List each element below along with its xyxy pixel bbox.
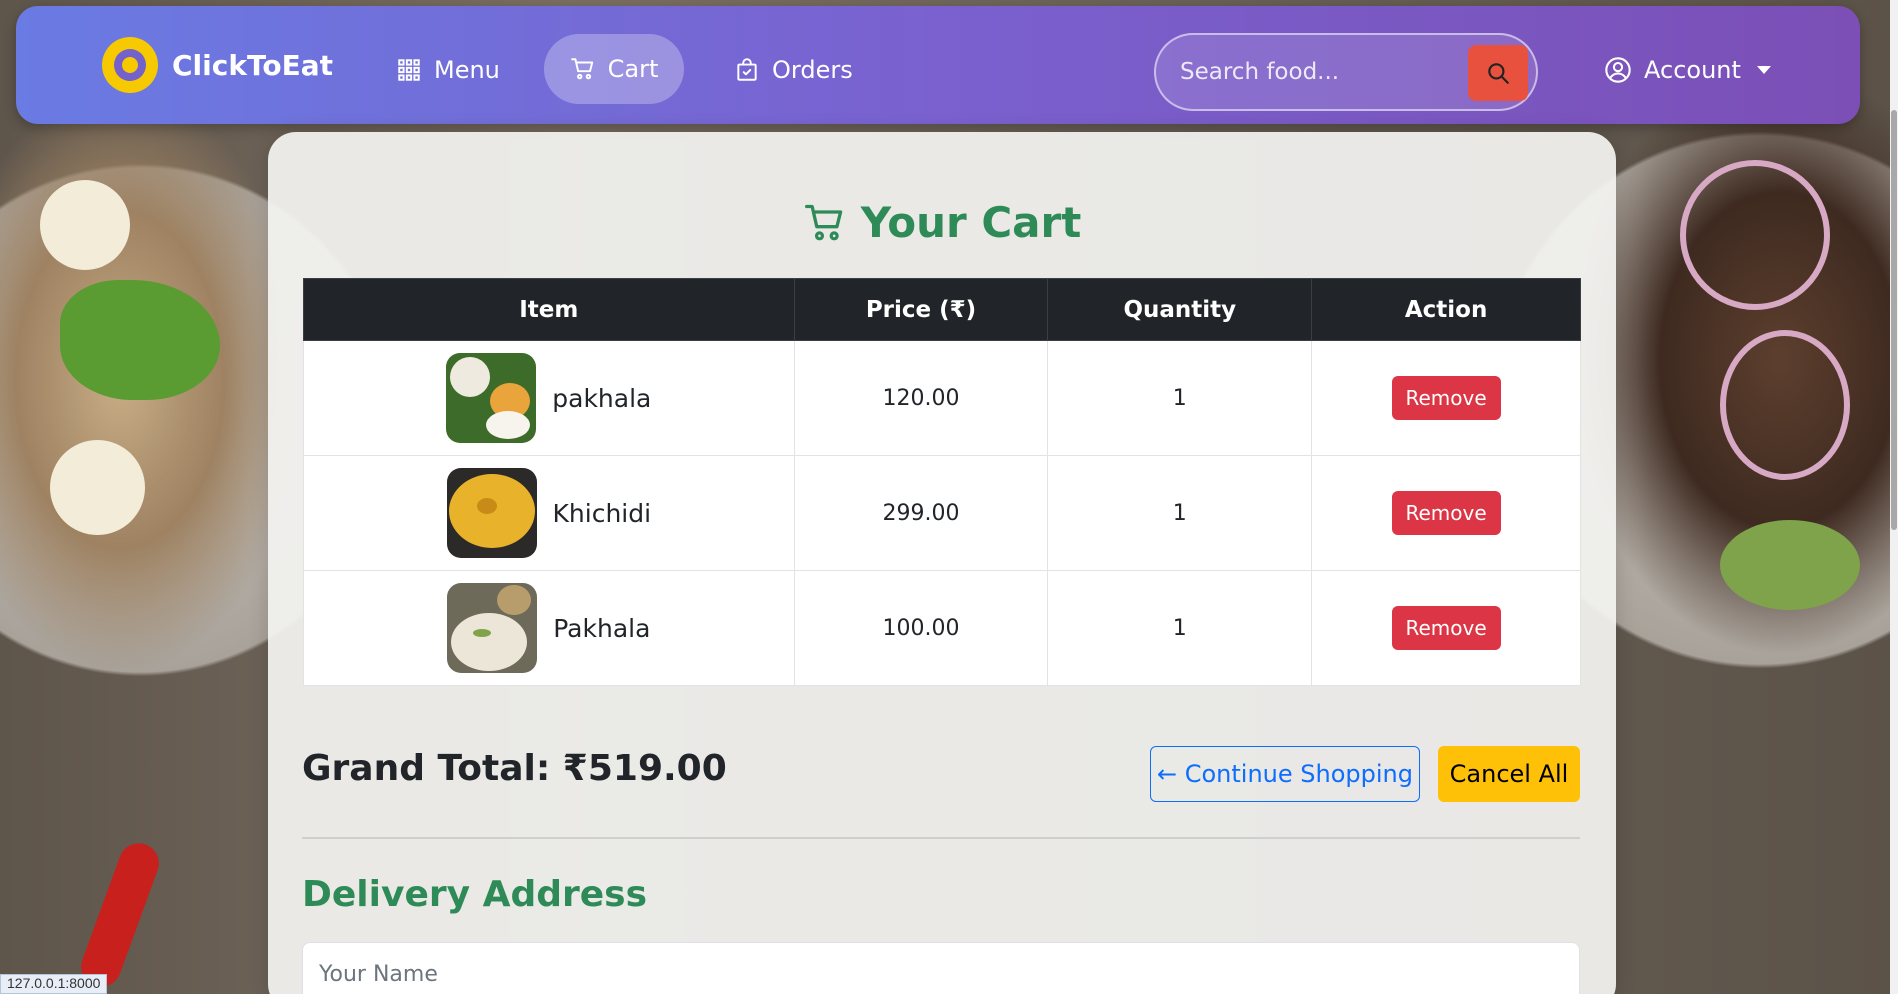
item-price: 100.00 <box>793 570 1049 686</box>
item-quantity: 1 <box>1047 570 1313 686</box>
food-decoration-left <box>40 180 130 270</box>
remove-button[interactable]: Remove <box>1391 376 1501 420</box>
table-row: pakhala 120.00 1 Remove <box>303 340 1581 456</box>
nav-orders-link[interactable]: Orders <box>734 56 853 84</box>
search-button[interactable] <box>1468 45 1528 101</box>
chevron-down-icon <box>1756 66 1771 74</box>
navbar: ClickToEat Menu Cart Orders A <box>16 6 1860 124</box>
nav-cart-link[interactable]: Cart <box>544 34 684 104</box>
onion-ring-decoration <box>1680 160 1830 310</box>
scrollbar-thumb[interactable] <box>1891 110 1897 530</box>
logo-icon <box>102 37 158 93</box>
divider <box>302 837 1580 839</box>
food-thumbnail <box>446 468 537 558</box>
continue-shopping-button[interactable]: ← Continue Shopping <box>1150 746 1420 802</box>
remove-button[interactable]: Remove <box>1391 491 1501 535</box>
onion-ring-decoration-2 <box>1720 330 1850 480</box>
search-icon <box>1488 63 1509 84</box>
cancel-all-button[interactable]: Cancel All <box>1438 746 1580 802</box>
header-action: Action <box>1311 278 1581 341</box>
header-item: Item <box>303 278 795 341</box>
cart-icon <box>804 204 842 240</box>
cart-icon <box>570 58 593 80</box>
item-cell: pakhala <box>303 340 795 456</box>
user-circle-icon <box>1605 57 1631 83</box>
item-price: 120.00 <box>793 340 1049 456</box>
item-name: Pakhala <box>553 613 651 643</box>
item-price: 299.00 <box>793 455 1049 571</box>
nav-orders-label: Orders <box>772 56 853 84</box>
item-quantity: 1 <box>1047 340 1313 456</box>
food-decoration-left-2 <box>50 440 145 535</box>
name-field[interactable] <box>302 942 1580 994</box>
search-input[interactable] <box>1156 59 1456 85</box>
item-name: pakhala <box>552 383 652 413</box>
table-header-row: Item Price (₹) Quantity Action <box>303 278 1581 341</box>
page-title-text: Your Cart <box>860 198 1082 247</box>
scrollbar[interactable] <box>1890 0 1898 994</box>
item-cell: Pakhala <box>303 570 795 686</box>
action-cell: Remove <box>1311 340 1581 456</box>
page-title: Your Cart <box>268 198 1616 247</box>
food-thumbnail <box>447 583 538 673</box>
cart-table: Item Price (₹) Quantity Action pakhala 1… <box>303 278 1581 686</box>
item-name: Khichidi <box>552 498 652 528</box>
brand-name: ClickToEat <box>172 48 333 82</box>
nav-menu-label: Menu <box>434 56 500 84</box>
action-cell: Remove <box>1311 455 1581 571</box>
table-row: Pakhala 100.00 1 Remove <box>303 570 1581 686</box>
shopping-bag-icon <box>737 58 757 81</box>
lettuce-decoration <box>1720 520 1860 610</box>
table-row: Khichidi 299.00 1 Remove <box>303 455 1581 571</box>
remove-button[interactable]: Remove <box>1391 606 1501 650</box>
brand[interactable]: ClickToEat <box>102 37 333 93</box>
search-bar <box>1154 33 1538 111</box>
nav-menu-link[interactable]: Menu <box>396 56 500 84</box>
status-bar-url: 127.0.0.1:8000 <box>0 974 108 994</box>
cart-card: Your Cart Item Price (₹) Quantity Action <box>268 132 1616 994</box>
header-quantity: Quantity <box>1047 278 1313 341</box>
item-quantity: 1 <box>1047 455 1313 571</box>
action-cell: Remove <box>1311 570 1581 686</box>
item-cell: Khichidi <box>303 455 795 571</box>
account-dropdown[interactable]: Account <box>1604 56 1771 84</box>
delivery-address-heading: Delivery Address <box>302 874 648 915</box>
food-thumbnail <box>446 353 537 443</box>
nav-cart-label: Cart <box>607 55 659 83</box>
account-label: Account <box>1644 56 1741 84</box>
grand-total: Grand Total: ₹519.00 <box>302 748 727 789</box>
header-price: Price (₹) <box>793 278 1049 341</box>
grid-icon <box>398 59 420 81</box>
